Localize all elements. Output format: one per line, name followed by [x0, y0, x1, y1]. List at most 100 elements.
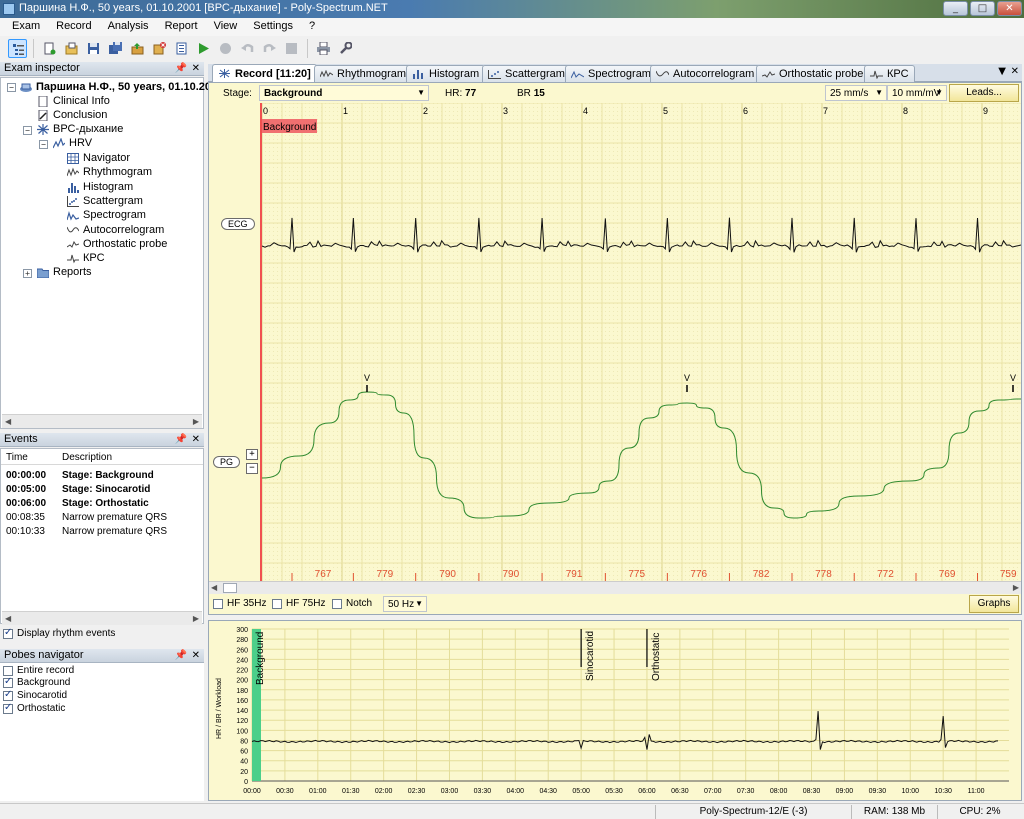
new-exam-button[interactable]	[40, 39, 59, 58]
tree-clinical-info[interactable]: Clinical Info	[37, 94, 110, 108]
tree-orthostatic-probe[interactable]: Orthostatic probe	[67, 237, 167, 251]
pg-gain-minus-button[interactable]: −	[246, 463, 258, 474]
record-header: Stage: Background ▼ HR: 77 BR 15 25 mm/s…	[209, 83, 1021, 103]
menu-report[interactable]: Report	[157, 18, 206, 36]
undo-button[interactable]	[238, 39, 257, 58]
tab-record[interactable]: Record [11:20]	[212, 64, 317, 82]
probe-orthostatic[interactable]: Orthostatic	[3, 702, 65, 715]
menu-help[interactable]: ?	[301, 18, 323, 36]
hr-readout: HR: 77	[445, 88, 476, 99]
tree-navigator[interactable]: Navigator	[67, 151, 130, 165]
tab-autocorrelogram[interactable]: Autocorrelogram	[650, 65, 761, 82]
delete-button[interactable]	[150, 39, 169, 58]
tab-spectrogram[interactable]: Spectrogram	[565, 65, 657, 82]
close-tab-icon[interactable]: ✕	[1011, 66, 1019, 77]
record-button[interactable]	[216, 39, 235, 58]
close-window-button[interactable]: ✕	[997, 1, 1022, 16]
record-scrollbar[interactable]: ◀ ▶	[209, 581, 1021, 594]
graphs-button[interactable]: Graphs	[969, 595, 1019, 613]
rr-interval-label: 782	[753, 569, 770, 580]
menu-settings[interactable]: Settings	[245, 18, 301, 36]
col-time[interactable]: Time	[6, 452, 28, 463]
hf75-checkbox[interactable]: HF 75Hz	[272, 598, 325, 609]
tree-histogram[interactable]: Histogram	[67, 180, 133, 194]
exam-inspector-icon	[13, 44, 24, 55]
scroll-left-icon[interactable]: ◀	[5, 614, 11, 623]
pin-icon[interactable]: 📌	[175, 62, 187, 75]
close-icon[interactable]: ✕	[192, 62, 200, 75]
tools-button[interactable]	[336, 39, 355, 58]
play-button[interactable]	[194, 39, 213, 58]
tree-scattergram[interactable]: Scattergram	[67, 194, 143, 208]
tab-histogram[interactable]: Histogram	[406, 65, 486, 82]
maximize-button[interactable]: □	[970, 1, 995, 16]
menu-view[interactable]: View	[206, 18, 246, 36]
save-button[interactable]	[84, 39, 103, 58]
horizontal-scrollbar[interactable]: ◀ ▶	[2, 611, 202, 625]
gain-select[interactable]: 10 mm/mV ▼	[887, 85, 947, 101]
save-all-button[interactable]	[106, 39, 125, 58]
scroll-thumb[interactable]	[223, 583, 237, 593]
probe-sinocarotid[interactable]: Sinocarotid	[3, 689, 67, 702]
scroll-right-icon[interactable]: ▶	[1013, 583, 1019, 592]
expand-expander[interactable]: +	[23, 269, 32, 278]
stage-select[interactable]: Background ▼	[259, 85, 429, 101]
probe-background[interactable]: Background	[3, 676, 70, 689]
speed-select[interactable]: 25 mm/s ▼	[825, 85, 887, 101]
tree-spectrogram[interactable]: Spectrogram	[67, 208, 146, 222]
tab-orthostatic-probe[interactable]: Orthostatic probe	[756, 65, 870, 82]
pg-gain-plus-button[interactable]: +	[246, 449, 258, 460]
collapse-expander[interactable]: −	[7, 83, 16, 92]
redo-button[interactable]	[260, 39, 279, 58]
tree-hrv[interactable]: HRV	[53, 136, 92, 150]
stop-button[interactable]	[282, 39, 301, 58]
menu-record[interactable]: Record	[48, 18, 99, 36]
col-description[interactable]: Description	[62, 452, 112, 463]
minimize-button[interactable]: _	[943, 1, 968, 16]
ecg-channel-label[interactable]: ECG	[221, 218, 255, 230]
trend-y-tick-label: 300	[236, 627, 248, 634]
export-button[interactable]	[128, 39, 147, 58]
print-button[interactable]	[314, 39, 333, 58]
tab-list-icon[interactable]: ▼	[998, 66, 1006, 77]
collapse-expander[interactable]: −	[39, 140, 48, 149]
rr-interval-label: 791	[566, 569, 583, 580]
tree-rhythmogram[interactable]: Rhythmogram	[67, 165, 152, 179]
trend-chart[interactable]: HR / BR / Workload 300280260240220200180…	[209, 621, 1021, 800]
collapse-expander[interactable]: −	[23, 126, 32, 135]
tab-krs[interactable]: КРС	[864, 65, 915, 82]
scroll-right-icon[interactable]: ▶	[193, 614, 199, 623]
display-rhythm-events-checkbox[interactable]: Display rhythm events	[3, 627, 115, 640]
leads-button[interactable]: Leads...	[949, 84, 1019, 102]
tree-krs[interactable]: КРС	[67, 251, 105, 265]
print-icon	[317, 42, 330, 55]
exam-inspector-button[interactable]	[8, 39, 27, 58]
event-time: 00:05:00	[6, 484, 47, 495]
tree-study[interactable]: ВРС-дыхание	[37, 122, 123, 136]
hf35-checkbox[interactable]: HF 35Hz	[213, 598, 266, 609]
tree-conclusion[interactable]: Conclusion	[37, 108, 107, 122]
probes-list: Entire record Background Sinocarotid Ort…	[0, 663, 204, 801]
menu-analysis[interactable]: Analysis	[100, 18, 157, 36]
close-icon[interactable]: ✕	[192, 433, 200, 446]
autocorrelogram-icon	[656, 70, 669, 76]
pin-icon[interactable]: 📌	[175, 433, 187, 446]
horizontal-scrollbar[interactable]: ◀ ▶	[2, 414, 202, 428]
pin-icon[interactable]: 📌	[175, 649, 187, 662]
tree-patient[interactable]: Паршина Н.Ф., 50 years, 01.10.2001	[20, 80, 223, 94]
tab-scattergram[interactable]: Scattergram	[482, 65, 571, 82]
scroll-right-icon[interactable]: ▶	[193, 417, 199, 426]
scroll-left-icon[interactable]: ◀	[211, 583, 217, 592]
close-icon[interactable]: ✕	[192, 649, 200, 662]
signal-chart[interactable]: 0 1 2 3 4 5 6 7 8 9 Background V V V 767 779 790 790 79…	[209, 103, 1021, 581]
tree-autocorrelogram[interactable]: Autocorrelogram	[67, 223, 164, 237]
open-exam-button[interactable]	[62, 39, 81, 58]
mains-frequency-select[interactable]: 50 Hz ▼	[383, 596, 427, 612]
tab-rhythmogram[interactable]: Rhythmogram	[314, 65, 413, 82]
pg-channel-label[interactable]: PG	[213, 456, 241, 468]
tree-reports[interactable]: Reports	[37, 265, 92, 279]
notch-checkbox[interactable]: Notch	[332, 598, 372, 609]
scroll-left-icon[interactable]: ◀	[5, 417, 11, 426]
properties-button[interactable]	[172, 39, 191, 58]
menu-exam[interactable]: Exam	[4, 18, 48, 36]
